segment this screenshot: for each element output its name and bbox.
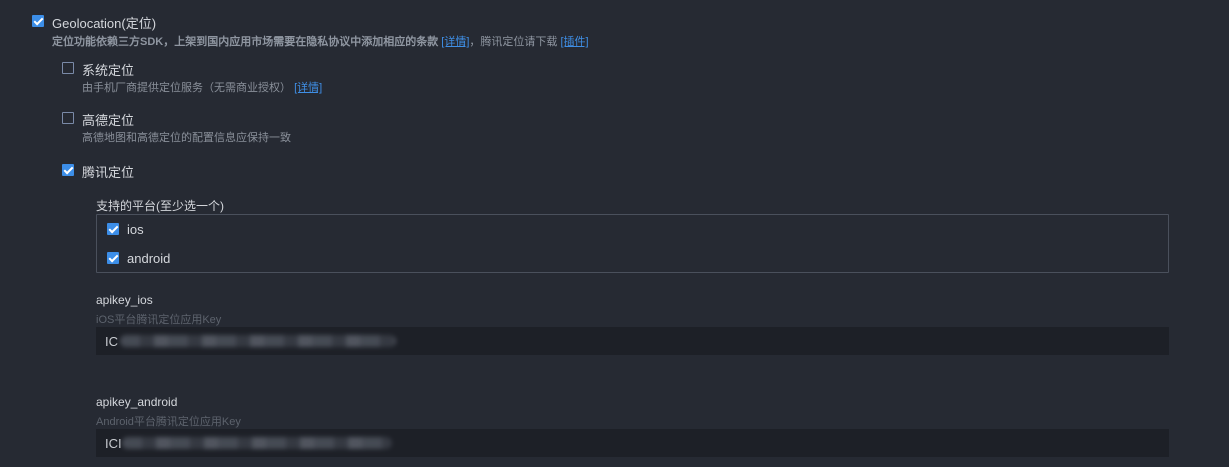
apikey-ios-label: apikey_ios bbox=[96, 293, 153, 307]
system-location-checkbox[interactable] bbox=[62, 62, 74, 74]
apikey-android-input[interactable]: ICI bbox=[96, 429, 1169, 457]
amap-location-label: 高德定位 bbox=[82, 113, 135, 128]
amap-location-checkbox[interactable] bbox=[62, 112, 74, 124]
apikey-android-value: ICI bbox=[105, 436, 122, 451]
geolocation-plugin-link[interactable]: [插件] bbox=[560, 36, 588, 48]
system-location-desc-text: 由手机厂商提供定位服务（无需商业授权） bbox=[82, 82, 291, 94]
apikey-ios-desc: iOS平台腾讯定位应用Key bbox=[96, 314, 222, 326]
platform-ios-checkbox[interactable] bbox=[107, 223, 119, 235]
apikey-android-redaction bbox=[122, 437, 392, 449]
system-location-label: 系统定位 bbox=[82, 63, 135, 78]
geolocation-desc-mid: ，腾讯定位请下载 bbox=[469, 36, 558, 48]
geolocation-label: Geolocation(定位) bbox=[52, 16, 157, 31]
platform-ios-label: ios bbox=[127, 222, 144, 237]
geolocation-desc-text: 定位功能依赖三方SDK，上架到国内应用市场需要在隐私协议中添加相应的条款 bbox=[52, 36, 439, 48]
platform-android-checkbox[interactable] bbox=[107, 252, 119, 264]
amap-location-desc: 高德地图和高德定位的配置信息应保持一致 bbox=[82, 132, 291, 144]
apikey-android-label: apikey_android bbox=[96, 395, 178, 409]
apikey-ios-input[interactable]: IC bbox=[96, 327, 1169, 355]
apikey-ios-redaction bbox=[120, 335, 396, 347]
geolocation-details-link[interactable]: [详情] bbox=[441, 36, 469, 48]
tencent-location-checkbox[interactable] bbox=[62, 164, 74, 176]
apikey-android-desc: Android平台腾讯定位应用Key bbox=[96, 416, 241, 428]
platform-android-label: android bbox=[127, 251, 171, 266]
platforms-label: 支持的平台(至少选一个) bbox=[96, 199, 224, 213]
geolocation-checkbox[interactable] bbox=[32, 15, 44, 27]
tencent-location-label: 腾讯定位 bbox=[82, 165, 135, 180]
apikey-ios-value: IC bbox=[105, 334, 118, 349]
system-location-details-link[interactable]: [详情] bbox=[294, 82, 322, 94]
platforms-box: ios android bbox=[96, 214, 1169, 273]
system-location-desc: 由手机厂商提供定位服务（无需商业授权） [详情] bbox=[82, 79, 322, 95]
geolocation-desc: 定位功能依赖三方SDK，上架到国内应用市场需要在隐私协议中添加相应的条款 [详情… bbox=[52, 33, 589, 49]
